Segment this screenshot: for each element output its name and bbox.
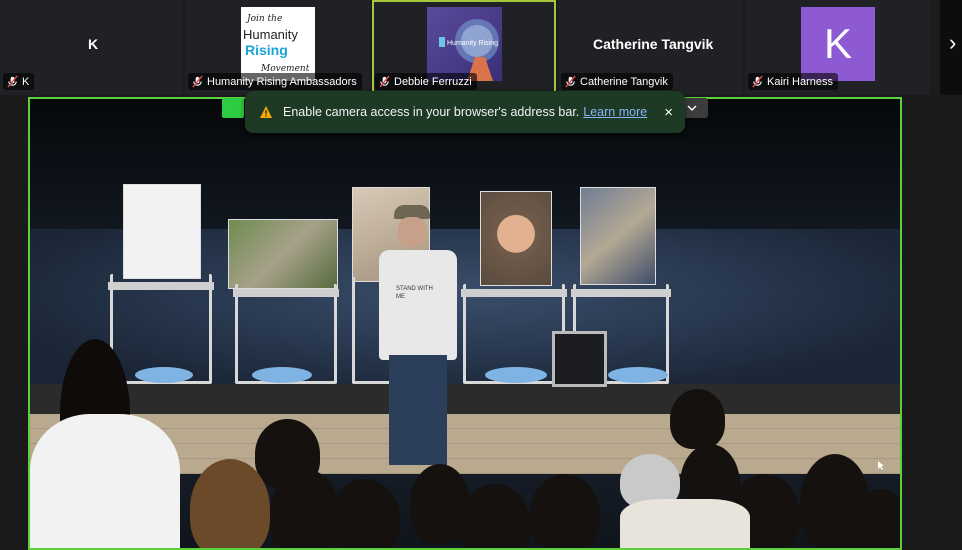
- participant-strip: K K Join the Humanity Rising Movement Hu…: [0, 0, 962, 95]
- chevron-right-icon: ›: [949, 30, 957, 55]
- mic-muted-icon: [7, 75, 18, 88]
- next-participants-button[interactable]: ›: [940, 0, 962, 95]
- participant-name: Catherine Tangvik: [580, 75, 668, 88]
- chair-seat: [571, 289, 671, 297]
- participant-name-tag: Kairi Harness: [748, 73, 839, 90]
- camera-indicator[interactable]: [222, 98, 244, 118]
- participant-tile-kairi[interactable]: K Kairi Harness: [745, 0, 930, 95]
- ribbon-pile: [135, 367, 193, 383]
- warning-icon: [260, 106, 272, 118]
- participant-display-name: Catherine Tangvik: [593, 36, 714, 52]
- ribbon-pile: [485, 367, 547, 383]
- chevron-down-icon: [686, 105, 697, 112]
- camera-permission-notification: Enable camera access in your browser's a…: [245, 91, 685, 133]
- logo-text: Humanity Rising: [447, 40, 498, 47]
- main-video[interactable]: STAND WITH ME: [28, 97, 902, 550]
- chair-photo: [480, 191, 552, 286]
- learn-more-link[interactable]: Learn more: [583, 105, 647, 119]
- chair-photo: [228, 219, 338, 289]
- framed-photo: [552, 331, 607, 387]
- shirt-print: STAND WITH ME: [396, 286, 433, 300]
- notification-message: Enable camera access in your browser's a…: [283, 105, 580, 119]
- avatar: K: [801, 7, 875, 81]
- participant-name-tag: Humanity Rising Ambassadors: [188, 73, 362, 90]
- chair-photo: [123, 184, 201, 279]
- humanity-rising-logo: Join the Humanity Rising Movement: [241, 7, 315, 81]
- participant-tile-humanity-rising[interactable]: Join the Humanity Rising Movement Humani…: [185, 0, 370, 95]
- participant-name: Humanity Rising Ambassadors: [207, 75, 357, 88]
- logo-line-3: Rising: [245, 42, 288, 58]
- participant-name: Kairi Harness: [767, 75, 834, 88]
- chair-seat: [461, 289, 567, 297]
- chair-seat: [233, 289, 339, 297]
- logo-line-2: Humanity: [243, 27, 298, 42]
- chair-photo: [580, 187, 656, 285]
- ribbon-pile: [608, 367, 668, 383]
- mic-muted-icon: [565, 75, 576, 88]
- mic-muted-icon: [192, 75, 203, 88]
- participant-name-tag: K: [3, 73, 35, 90]
- ribbon-pile: [252, 367, 312, 383]
- mic-muted-icon: [752, 75, 763, 88]
- chair-seat: [108, 282, 214, 290]
- participant-tile-debbie[interactable]: Humanity Rising Debbie Ferruzzi: [372, 0, 556, 95]
- logo-line-1: Join the: [245, 14, 282, 24]
- participant-tile-k[interactable]: K K: [0, 0, 183, 95]
- mic-muted-icon: [379, 75, 390, 88]
- audience: [30, 339, 900, 548]
- participant-name: Debbie Ferruzzi: [394, 75, 472, 88]
- mouse-cursor-icon: [878, 461, 884, 470]
- participant-initial: K: [88, 36, 99, 52]
- participant-name-tag: Debbie Ferruzzi: [375, 73, 477, 90]
- close-icon[interactable]: ×: [664, 104, 673, 121]
- participant-name: K: [22, 75, 30, 88]
- participant-tile-catherine[interactable]: Catherine Tangvik Catherine Tangvik: [558, 0, 743, 95]
- humanity-rising-globe-logo: Humanity Rising: [427, 7, 502, 81]
- participant-name-tag: Catherine Tangvik: [561, 73, 673, 90]
